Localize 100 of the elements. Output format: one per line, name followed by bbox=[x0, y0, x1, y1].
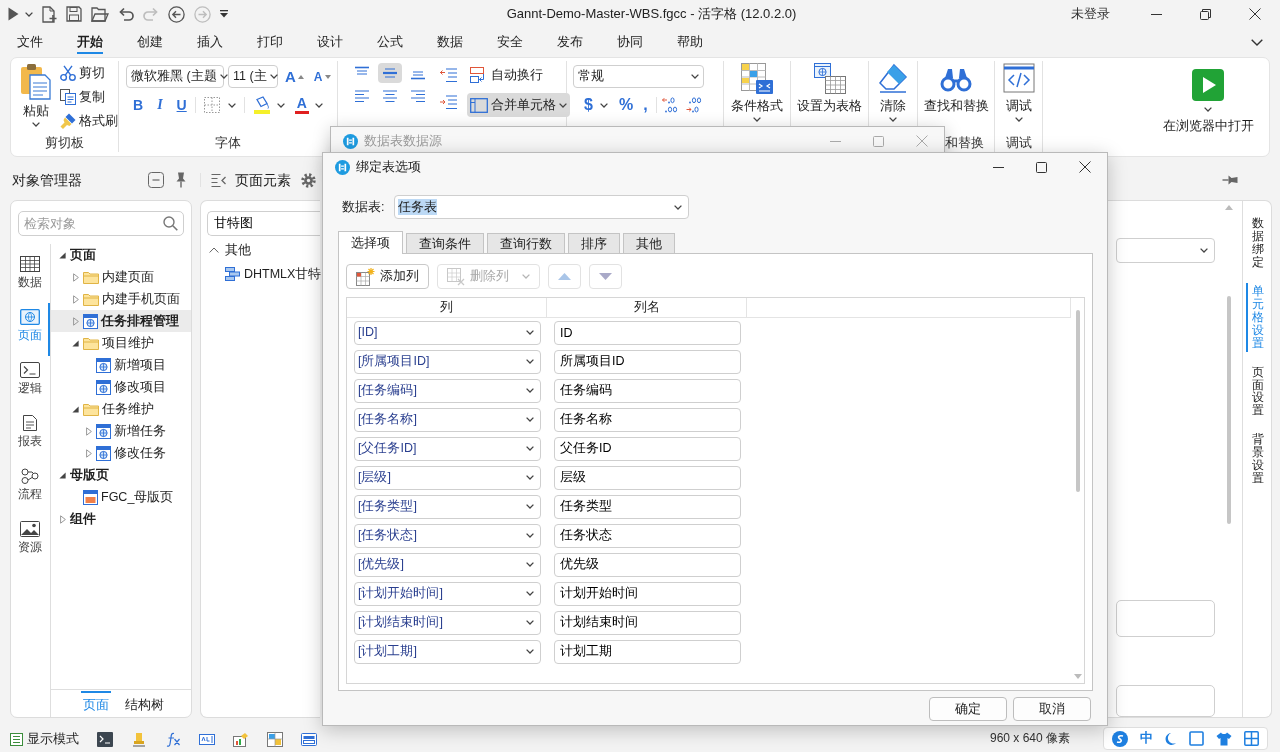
dialog-tab[interactable]: 其他 bbox=[623, 233, 675, 253]
caret-right-icon[interactable] bbox=[85, 426, 92, 436]
sidebar-item[interactable]: 逻辑 bbox=[11, 356, 50, 409]
menu-tab[interactable]: 设计 bbox=[317, 30, 343, 54]
undo-icon[interactable] bbox=[118, 6, 134, 22]
increase-decimal-icon[interactable] bbox=[661, 97, 680, 113]
percent-button[interactable]: % bbox=[615, 95, 637, 115]
search-field[interactable]: 检索对象 bbox=[18, 211, 184, 236]
menu-tab[interactable]: 开始 bbox=[77, 30, 103, 54]
tree-item[interactable]: 修改任务 bbox=[51, 442, 191, 464]
column-select[interactable]: [任务状态] bbox=[354, 523, 541, 548]
tree-item[interactable]: 修改项目 bbox=[51, 376, 191, 398]
marker-icon[interactable] bbox=[131, 731, 147, 747]
copy-button[interactable]: 复制 bbox=[57, 85, 121, 109]
sidebar-item[interactable]: 流程 bbox=[11, 462, 50, 515]
tree-item[interactable]: 项目维护 bbox=[51, 332, 191, 354]
play-icon[interactable] bbox=[8, 7, 19, 21]
pin-icon[interactable] bbox=[176, 172, 186, 188]
collapse-all-icon[interactable] bbox=[148, 172, 164, 188]
dialog-tab[interactable]: 排序 bbox=[568, 233, 620, 253]
search-icon[interactable] bbox=[163, 216, 178, 231]
dialog-tab[interactable]: 查询行数 bbox=[487, 233, 565, 253]
font-size-select[interactable]: 11 (主 bbox=[228, 65, 278, 88]
column-select[interactable]: [计划结束时间] bbox=[354, 610, 541, 635]
currency-button[interactable]: $ bbox=[581, 95, 596, 115]
tree-item[interactable]: 内建页面 bbox=[51, 266, 191, 288]
increase-font-button[interactable]: A bbox=[282, 66, 307, 87]
column-name-field[interactable]: 所属项目ID bbox=[554, 349, 741, 374]
folder-icon[interactable] bbox=[91, 6, 109, 22]
caret-down-icon[interactable] bbox=[72, 339, 79, 347]
panel-tab[interactable]: 页面 bbox=[81, 691, 111, 716]
scrollbar-thumb[interactable] bbox=[1227, 296, 1231, 524]
column-select[interactable]: [ID] bbox=[354, 320, 541, 345]
format-painter-button[interactable]: 格式刷 bbox=[57, 109, 121, 133]
column-name-field[interactable]: ID bbox=[554, 320, 741, 345]
code-window-button[interactable]: 调试 bbox=[998, 61, 1039, 122]
panel-tab[interactable]: 结构树 bbox=[123, 691, 166, 716]
menu-tab[interactable]: 公式 bbox=[377, 30, 403, 54]
chevron-down-icon[interactable] bbox=[1251, 38, 1263, 46]
column-name-field[interactable]: 计划开始时间 bbox=[554, 581, 741, 606]
menu-tab[interactable]: 安全 bbox=[497, 30, 523, 54]
scrollbar-thumb[interactable] bbox=[1075, 310, 1080, 492]
ok-button[interactable]: 确定 bbox=[929, 697, 1007, 721]
merge-cells-button[interactable]: 合并单元格 bbox=[467, 93, 570, 117]
property-field[interactable] bbox=[1116, 600, 1215, 637]
save-icon[interactable] bbox=[66, 6, 82, 22]
indent-icon[interactable] bbox=[440, 68, 457, 83]
outdent-icon[interactable] bbox=[440, 95, 457, 110]
menu-tab[interactable]: 数据 bbox=[437, 30, 463, 54]
menu-tab[interactable]: 文件 bbox=[17, 30, 43, 54]
restore-icon[interactable] bbox=[1200, 8, 1211, 20]
caret-right-icon[interactable] bbox=[72, 272, 79, 282]
decrease-decimal-icon[interactable] bbox=[685, 97, 704, 113]
property-field[interactable] bbox=[1116, 685, 1215, 717]
column-name-field[interactable]: 层级 bbox=[554, 465, 741, 490]
caret-right-icon[interactable] bbox=[72, 316, 79, 326]
close-icon[interactable] bbox=[1249, 8, 1261, 20]
column-select[interactable]: [父任务ID] bbox=[354, 436, 541, 461]
pin-icon[interactable] bbox=[1222, 175, 1238, 185]
column-name-field[interactable]: 优先级 bbox=[554, 552, 741, 577]
chart-card-icon[interactable] bbox=[233, 731, 249, 747]
underline-button[interactable]: U bbox=[173, 95, 190, 115]
menu-tab[interactable]: 创建 bbox=[137, 30, 163, 54]
column-select[interactable]: [计划开始时间] bbox=[354, 581, 541, 606]
italic-button[interactable]: I bbox=[154, 95, 166, 115]
maximize-icon[interactable] bbox=[1036, 161, 1047, 173]
close-icon[interactable] bbox=[1079, 161, 1091, 173]
menu-tab[interactable]: 插入 bbox=[197, 30, 223, 54]
minimize-icon[interactable] bbox=[1151, 13, 1162, 15]
table-select[interactable]: 任务表 bbox=[394, 195, 690, 219]
text-box-icon[interactable] bbox=[199, 731, 215, 747]
tree-item[interactable]: 新增项目 bbox=[51, 354, 191, 376]
open-in-browser-button[interactable]: 在浏览器中打开 bbox=[1158, 61, 1258, 134]
add-column-button[interactable]: 添加列 bbox=[346, 264, 429, 289]
moon-icon[interactable] bbox=[1165, 731, 1177, 746]
column-name-field[interactable]: 任务名称 bbox=[554, 407, 741, 432]
format-as-table-button[interactable]: 设置为表格 bbox=[793, 61, 866, 114]
binoculars-button[interactable]: 查找和替换 bbox=[919, 61, 993, 114]
sidebar-item[interactable]: 页面 bbox=[11, 303, 50, 356]
column-select[interactable]: [任务名称] bbox=[354, 407, 541, 432]
account-link[interactable]: 未登录 bbox=[1071, 5, 1110, 23]
sidebar-item[interactable]: 数据 bbox=[11, 250, 50, 303]
tree-item[interactable]: 组件 bbox=[51, 508, 191, 530]
terminal-icon[interactable] bbox=[97, 731, 113, 747]
menu-tab[interactable]: 协同 bbox=[617, 30, 643, 54]
comma-button[interactable]: , bbox=[640, 95, 651, 115]
column-name-field[interactable]: 计划结束时间 bbox=[554, 610, 741, 635]
tree-item[interactable]: 任务维护 bbox=[51, 398, 191, 420]
tree-item[interactable]: 母版页 bbox=[51, 464, 191, 486]
dialog-tab[interactable]: 查询条件 bbox=[406, 233, 484, 253]
column-name-field[interactable]: 父任务ID bbox=[554, 436, 741, 461]
column-select[interactable]: [所属项目ID] bbox=[354, 349, 541, 374]
number-format-select[interactable]: 常规 bbox=[573, 65, 704, 88]
grid-icon[interactable] bbox=[1244, 731, 1259, 746]
cancel-button[interactable]: 取消 bbox=[1013, 697, 1091, 721]
filter-field[interactable]: 甘特图 bbox=[207, 211, 320, 236]
caret-right-icon[interactable] bbox=[59, 514, 66, 524]
vertical-tab[interactable]: 背景设置 bbox=[1246, 431, 1268, 488]
caret-icon[interactable] bbox=[25, 11, 33, 17]
input-method-logo-icon[interactable] bbox=[1112, 730, 1128, 747]
